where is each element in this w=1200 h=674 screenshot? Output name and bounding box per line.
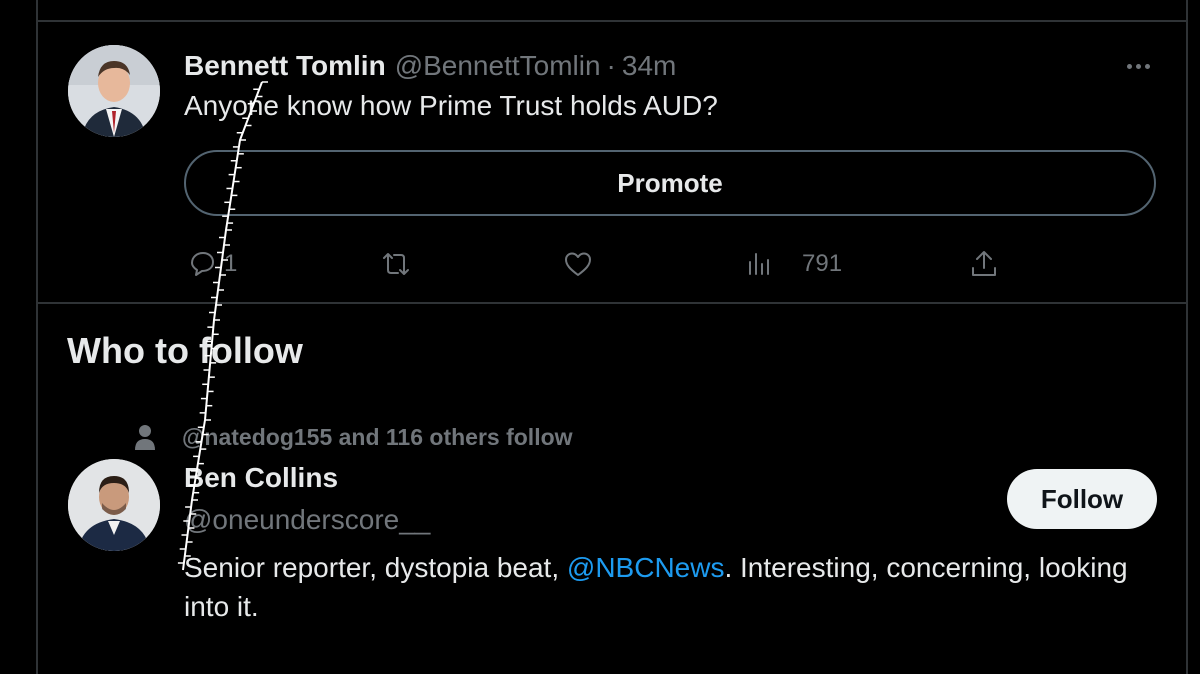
social-context-text[interactable]: @natedog155 and 116 others follow bbox=[182, 424, 573, 451]
avatar-image bbox=[68, 45, 160, 137]
reply-button[interactable]: 1 bbox=[186, 246, 237, 282]
views-count: 791 bbox=[802, 250, 843, 277]
person-icon bbox=[135, 425, 155, 450]
suggested-user-handle[interactable]: @oneunderscore__ bbox=[184, 504, 430, 536]
like-icon bbox=[565, 252, 591, 276]
who-to-follow-title: Who to follow bbox=[67, 330, 303, 371]
share-icon bbox=[972, 251, 996, 276]
like-button[interactable] bbox=[562, 246, 610, 282]
bio-text-start: Senior reporter, dystopia beat, bbox=[184, 552, 567, 583]
tweet-author-handle[interactable]: @BennettTomlin bbox=[395, 50, 601, 82]
suggested-user-bio: Senior reporter, dystopia beat, @NBCNews… bbox=[184, 548, 1144, 626]
more-icon[interactable] bbox=[1120, 54, 1156, 78]
tweet-text: Anyone know how Prime Trust holds AUD? bbox=[184, 90, 718, 121]
column-border-left bbox=[36, 0, 38, 674]
views-button[interactable]: 791 bbox=[746, 246, 842, 282]
suggested-user-avatar[interactable] bbox=[68, 459, 160, 551]
divider-top bbox=[36, 20, 1188, 22]
divider-middle bbox=[36, 302, 1188, 304]
views-icon bbox=[749, 253, 769, 275]
follow-button[interactable]: Follow bbox=[1007, 469, 1157, 529]
reply-icon bbox=[191, 252, 214, 276]
retweet-button[interactable] bbox=[380, 246, 428, 282]
share-button[interactable] bbox=[968, 246, 1000, 282]
avatar-image bbox=[68, 459, 160, 551]
retweet-icon bbox=[383, 253, 409, 275]
promote-button[interactable]: Promote bbox=[184, 150, 1156, 216]
suggested-user-name[interactable]: Ben Collins bbox=[184, 462, 338, 494]
reply-count: 1 bbox=[224, 250, 238, 277]
tweet-author-name[interactable]: Bennett Tomlin bbox=[184, 50, 386, 82]
tweet-header: Bennett Tomlin @BennettTomlin · 34m bbox=[184, 48, 676, 84]
bio-mention-link[interactable]: @NBCNews bbox=[567, 552, 725, 583]
tweet-timestamp[interactable]: 34m bbox=[622, 50, 676, 82]
social-context: @natedog155 and 116 others follow bbox=[134, 422, 573, 452]
separator-dot: · bbox=[606, 50, 616, 81]
column-border-right bbox=[1186, 0, 1188, 674]
timeline: Bennett Tomlin @BennettTomlin · 34m Anyo… bbox=[0, 0, 1200, 674]
tweet-author-avatar[interactable] bbox=[68, 45, 160, 137]
